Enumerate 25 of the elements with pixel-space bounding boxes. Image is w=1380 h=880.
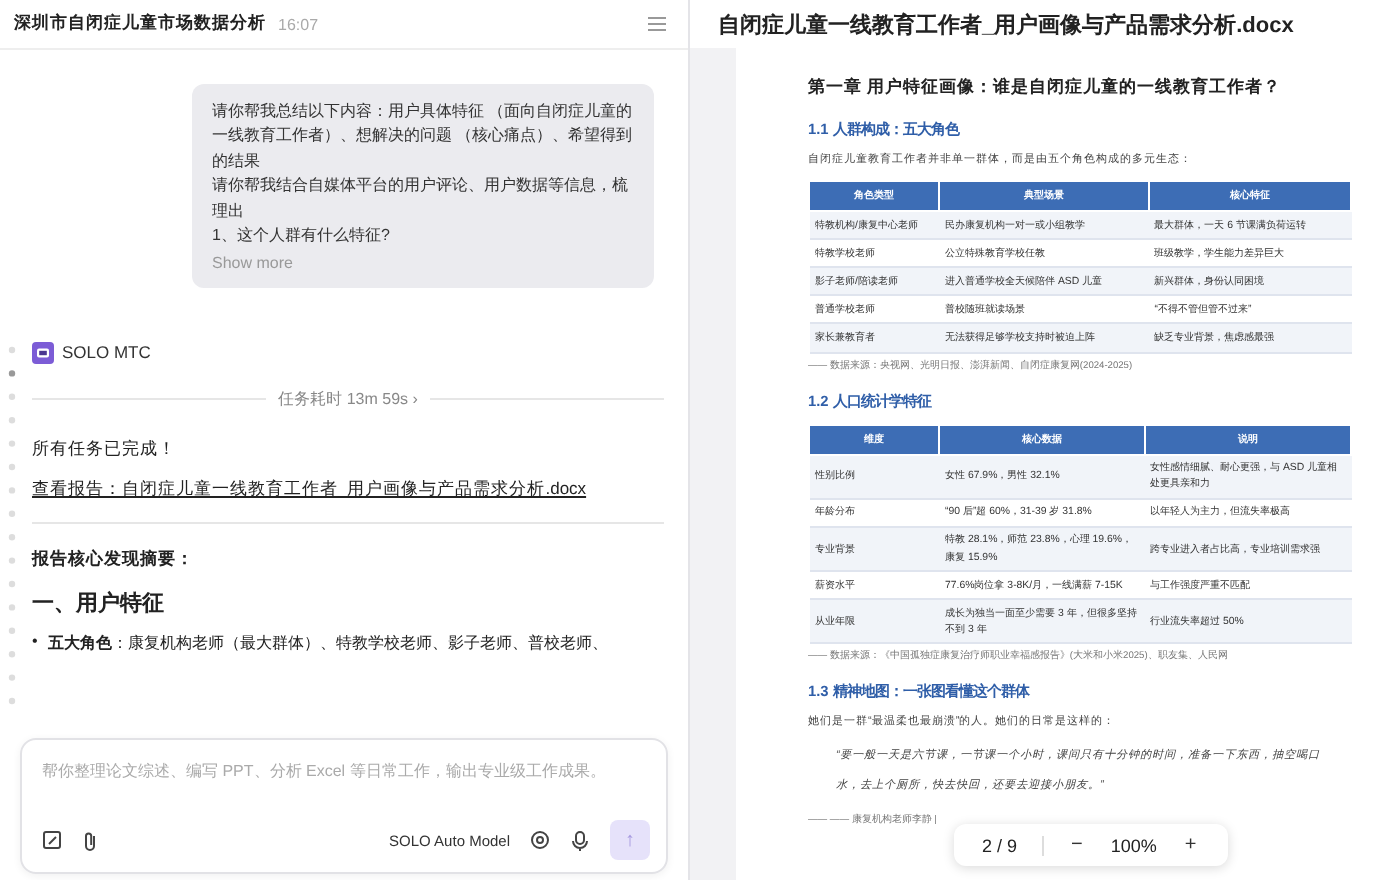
message-text: 请你帮我总结以下内容：用户具体特征 （面向自闭症儿童的一线教育工作者）、想解决的问题 （核心痛点）、希望得到的结果 — [212, 100, 635, 174]
page-indicator: 2 / 9 — [982, 835, 1018, 855]
message-text: 请你帮我结合自媒体平台的用户评论、用户数据等信息，梳理出 — [212, 174, 630, 224]
chat-title: 深圳市自闭症儿童市场数据分析 — [14, 12, 266, 36]
microphone-icon[interactable] — [570, 829, 590, 851]
report-link[interactable]: 查看报告：自闭症儿童一线教育工作者_用户画像与产品需求分析.docx — [32, 477, 587, 502]
menu-icon[interactable] — [646, 14, 668, 34]
target-icon[interactable] — [530, 830, 550, 850]
timestamp: 16:07 — [278, 15, 319, 33]
paperclip-icon[interactable] — [82, 829, 98, 851]
robot-avatar-icon — [32, 341, 54, 364]
status-text: 所有任务已完成！ — [32, 437, 178, 462]
bullet-marker: • — [32, 631, 38, 654]
agent-name: SOLO MTC — [62, 342, 151, 363]
summary-heading: 报告核心发现摘要： — [32, 547, 194, 572]
zoom-level: 100% — [1110, 835, 1157, 855]
edit-icon[interactable] — [42, 830, 62, 850]
zoom-out-button[interactable]: − — [1067, 834, 1087, 856]
document-title: 自闭症儿童一线教育工作者_用户画像与产品需求分析.docx — [718, 10, 1294, 39]
section-heading: 一、用户特征 — [32, 589, 166, 618]
message-text: 1、这个人群有什么特征? — [212, 224, 392, 249]
chapter-heading: 第一章 用户特征画像：谁是自闭症儿童的一线教育工作者？ — [808, 76, 1283, 100]
duration-link[interactable]: 任务耗时 13m 59s › — [278, 387, 418, 410]
bullet-item: 五大角色：康复机构老师（最大群体）、特教学校老师、影子老师、普校老师、 — [47, 631, 608, 654]
zoom-in-button[interactable]: + — [1180, 834, 1201, 856]
